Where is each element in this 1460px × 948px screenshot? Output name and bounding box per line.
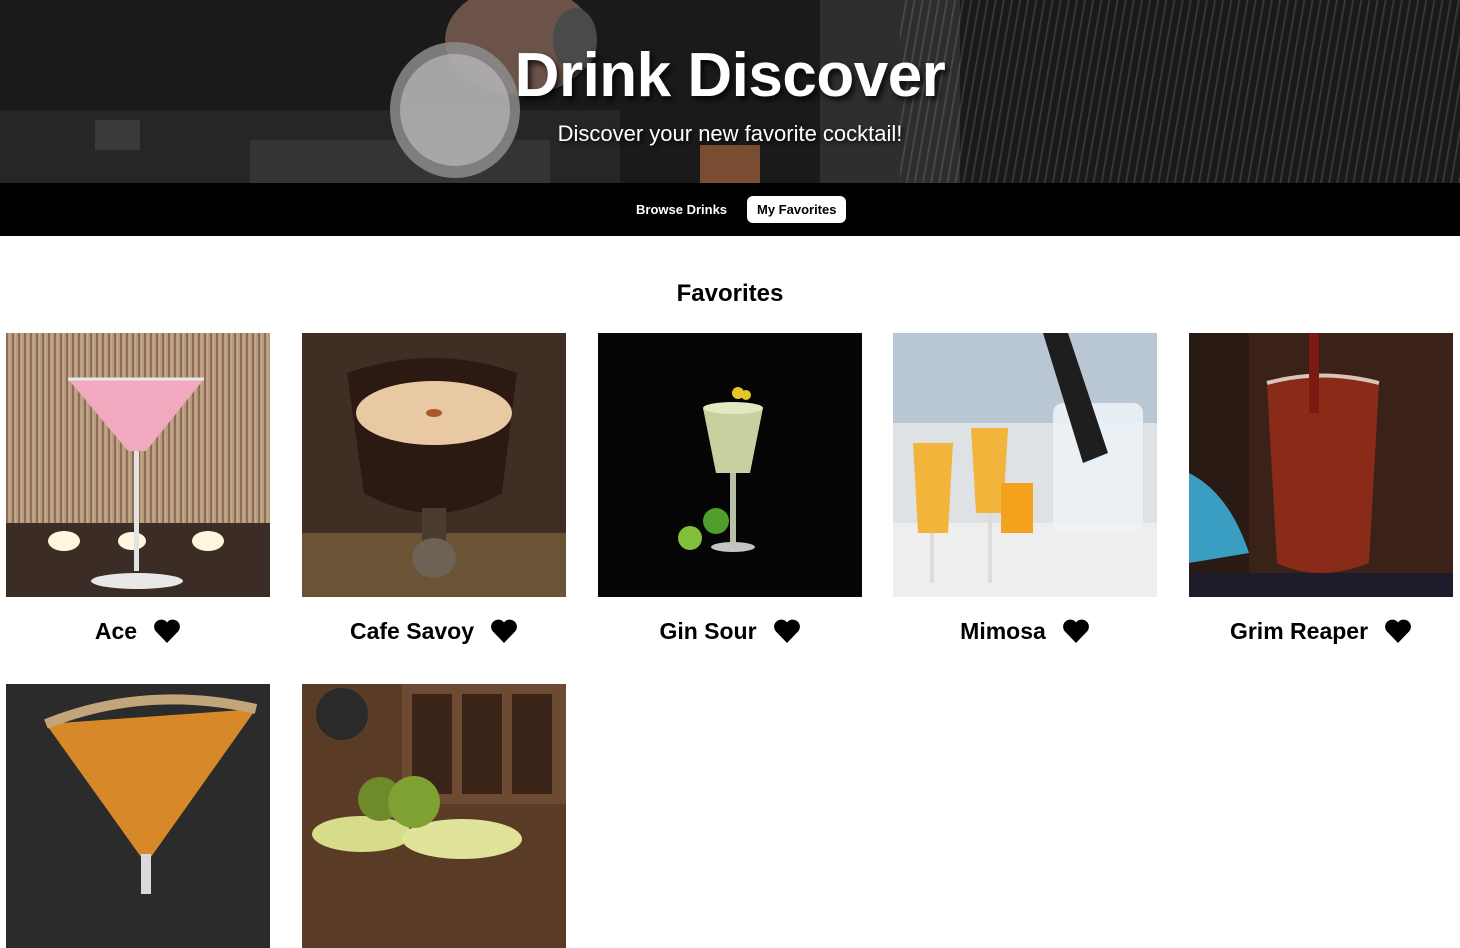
browse-drinks-tab[interactable]: Browse Drinks — [626, 196, 737, 223]
drink-name: Cafe Savoy — [349, 617, 474, 644]
drink-card[interactable]: Grim Reaper — [1189, 333, 1453, 649]
drink-name: Mimosa — [960, 617, 1046, 644]
drink-name: Grim Reaper — [1229, 617, 1369, 644]
favorites-heading: Favorites — [676, 280, 784, 307]
drink-name: Gin Sour — [659, 617, 757, 644]
drink-image-row2-1[interactable] — [6, 684, 270, 948]
drink-card[interactable] — [6, 684, 270, 948]
hero-banner: Drink Discover Discover your new favorit… — [0, 0, 1460, 183]
drink-name: Ace — [94, 617, 138, 644]
heart-icon[interactable] — [153, 618, 181, 644]
heart-icon[interactable] — [490, 618, 518, 644]
drink-card[interactable]: Cafe Savoy — [302, 333, 566, 649]
drink-image-row2-2[interactable] — [302, 684, 566, 948]
drink-card[interactable]: Ace — [6, 333, 270, 649]
drink-image-grim-reaper[interactable] — [1189, 333, 1453, 597]
drink-card[interactable] — [302, 684, 566, 948]
heart-icon[interactable] — [1062, 618, 1090, 644]
main-nav: Browse Drinks My Favorites — [0, 183, 1460, 236]
my-favorites-tab[interactable]: My Favorites — [747, 196, 847, 223]
site-title: Drink Discover — [514, 41, 946, 110]
drink-image-gin-sour[interactable] — [598, 333, 862, 597]
drink-card[interactable]: Gin Sour — [598, 333, 862, 649]
drink-image-cafe-savoy[interactable] — [302, 333, 566, 597]
heart-icon[interactable] — [773, 618, 801, 644]
drink-image-mimosa[interactable] — [893, 333, 1157, 597]
drink-image-ace[interactable] — [6, 333, 270, 597]
heart-icon[interactable] — [1384, 618, 1412, 644]
site-subtitle: Discover your new favorite cocktail! — [557, 121, 903, 146]
drink-card[interactable]: Mimosa — [893, 333, 1157, 649]
